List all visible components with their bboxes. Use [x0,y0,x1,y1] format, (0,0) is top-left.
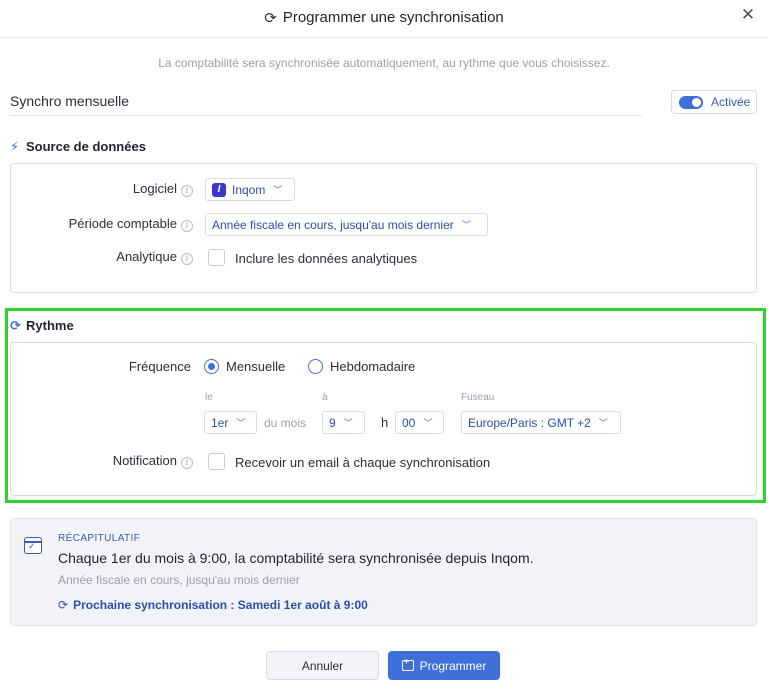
logiciel-label: Logiciel i [11,181,193,197]
notification-checkbox-label: Recevoir un email à chaque synchronisati… [235,455,491,470]
sync-icon: ⟳ [10,318,21,333]
a-label: à [322,392,328,403]
chevron-down-icon: ﹀ [598,418,608,428]
du-mois-text: du mois [264,416,307,430]
cancel-button[interactable]: Annuler [266,651,379,680]
analytique-label: Analytique i [11,249,193,265]
schedule-button[interactable]: Programmer [388,651,500,680]
radio-mensuelle-label: Mensuelle [226,359,286,374]
chevron-down-icon: ﹀ [273,185,283,195]
info-icon[interactable]: i [181,220,193,232]
info-icon[interactable]: i [181,185,193,197]
calendar-icon [24,537,42,554]
rythme-panel: Fréquence Mensuelle Hebdomadaire le 1er … [10,342,757,496]
chevron-down-icon: ﹀ [236,418,246,428]
periode-label: Période comptable i [11,216,193,232]
chevron-down-icon: ﹀ [343,418,353,428]
modal-header: ⟳ Programmer une synchronisation ✕ [0,0,768,38]
analytique-checkbox[interactable] [208,249,225,266]
radio-hebdomadaire-label: Hebdomadaire [330,359,416,374]
active-toggle[interactable]: Activée [671,90,757,114]
recap-main-text: Chaque 1er du mois à 9:00, la comptabili… [58,550,534,566]
recap-box: RÉCAPITULATIF Chaque 1er du mois à 9:00,… [10,518,757,626]
close-icon[interactable]: ✕ [736,4,760,28]
modal-title: ⟳ Programmer une synchronisation [0,9,768,27]
radio-mensuelle[interactable] [204,359,219,374]
info-icon[interactable]: i [181,457,193,469]
sync-icon: ⟳ [264,10,277,27]
minute-select[interactable]: 00 ﹀ [395,411,444,434]
radio-hebdomadaire[interactable] [308,359,323,374]
source-panel: Logiciel i I Inqom ﹀ Période comptable i A… [10,163,757,293]
plug-icon: ⚡ [10,139,20,154]
source-section-title: ⚡ Source de données [10,139,146,154]
sync-name-value[interactable]: Synchro mensuelle [10,93,129,109]
logiciel-select[interactable]: I Inqom ﹀ [205,178,295,201]
info-icon[interactable]: i [181,253,193,265]
rythme-section-title: ⟳ Rythme [10,318,74,333]
inqom-logo-icon: I [212,182,226,197]
modal-subtitle: La comptabilité sera synchronisée automa… [158,56,610,70]
sync-name-field[interactable]: Synchro mensuelle [10,88,642,116]
chevron-down-icon: ﹀ [423,418,433,428]
frequence-label: Fréquence [128,359,191,374]
timezone-select[interactable]: Europe/Paris : GMT +2 ﹀ [461,411,621,434]
modal-title-text: Programmer une synchronisation [282,9,504,26]
le-label: le [205,392,213,403]
analytique-checkbox-label: Inclure les données analytiques [235,251,418,266]
notification-label: Notification i [11,453,193,469]
chevron-down-icon: ﹀ [461,220,471,230]
hour-select[interactable]: 9 ﹀ [322,411,365,434]
recap-sub-text: Année fiscale en cours, jusqu'au mois de… [58,573,300,587]
sync-icon: ⟳ [58,598,69,612]
calendar-plus-icon [401,657,414,671]
notification-checkbox[interactable] [208,453,225,470]
day-select[interactable]: 1er ﹀ [204,411,257,434]
toggle-switch[interactable] [679,95,703,109]
toggle-label: Activée [711,95,751,109]
periode-select[interactable]: Année fiscale en cours, jusqu'au mois de… [205,213,488,236]
fuseau-label: Fuseau [461,392,495,403]
recap-heading: RÉCAPITULATIF [58,533,141,544]
recap-next-sync: ⟳ Prochaine synchronisation : Samedi 1er … [58,598,368,612]
h-separator: h [381,415,389,430]
